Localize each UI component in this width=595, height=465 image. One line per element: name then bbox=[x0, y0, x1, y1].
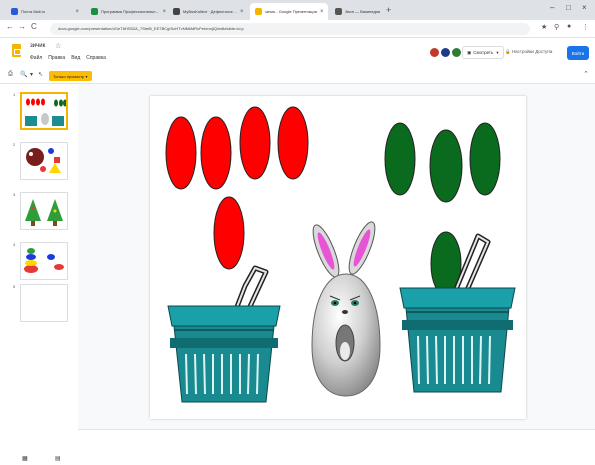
close-tab-icon[interactable]: × bbox=[159, 9, 166, 15]
slides-favicon-icon bbox=[255, 8, 262, 15]
slides-logo-icon[interactable] bbox=[12, 44, 21, 57]
slide-thumbnail-2[interactable] bbox=[20, 142, 68, 180]
red-oval bbox=[277, 106, 309, 180]
slides-header: зичик ☆ Файл Правка Вид Справка ▣ Смотре… bbox=[0, 38, 595, 68]
collaborator-avatars bbox=[428, 46, 463, 59]
menu-edit[interactable]: Правка bbox=[48, 55, 65, 61]
tab-label: Звон — Википедия bbox=[345, 9, 381, 14]
address-bar-row: ← → C docs.google.com/presentation/d/1eT… bbox=[0, 20, 595, 38]
close-tab-icon[interactable]: × bbox=[380, 9, 382, 15]
extension-icon[interactable]: ⚲ bbox=[554, 23, 559, 31]
close-window-icon[interactable]: × bbox=[582, 3, 587, 12]
browser-tab-slides[interactable]: зичик - Google Презентации × bbox=[250, 3, 328, 20]
browser-tab-mybus[interactable]: MyBusKollect · Дефектолог… × bbox=[168, 3, 248, 20]
green-oval bbox=[469, 122, 501, 196]
slide-number: 4 bbox=[13, 242, 16, 247]
red-oval bbox=[213, 196, 245, 270]
bunny bbox=[311, 221, 381, 397]
slide-number: 3 bbox=[13, 192, 16, 197]
site-favicon-icon bbox=[173, 8, 180, 15]
back-icon[interactable]: ← bbox=[6, 22, 14, 31]
watch-label: Смотреть bbox=[473, 50, 494, 55]
left-basket bbox=[167, 265, 281, 403]
bookmark-star-icon[interactable]: ★ bbox=[541, 23, 547, 31]
chevron-down-icon[interactable]: ▾ bbox=[30, 71, 33, 78]
tab-label: Программа Профессиональн… bbox=[101, 9, 160, 14]
minimize-icon[interactable]: – bbox=[550, 3, 554, 12]
cursor-icon[interactable]: ↖ bbox=[38, 71, 43, 78]
wiki-favicon-icon bbox=[335, 8, 342, 15]
slide-thumbnail-5[interactable] bbox=[20, 284, 68, 322]
menu-view[interactable]: Вид bbox=[71, 55, 80, 61]
login-button[interactable]: Войти bbox=[567, 46, 589, 60]
slide-number: 5 bbox=[13, 284, 16, 289]
slides-toolbar: ⎙ 🔍 ▾ ↖ Только просмотр ▾ ⌃ bbox=[0, 68, 595, 84]
star-icon[interactable]: ☆ bbox=[55, 42, 61, 50]
red-oval bbox=[165, 116, 197, 190]
forward-icon[interactable]: → bbox=[18, 22, 26, 31]
slide-thumbnail-1[interactable] bbox=[20, 92, 68, 130]
maximize-icon[interactable]: □ bbox=[566, 3, 571, 12]
new-tab-button[interactable]: + bbox=[386, 5, 391, 15]
tab-label: Почта Mail.ru bbox=[21, 9, 46, 14]
print-icon[interactable]: ⎙ bbox=[8, 71, 13, 78]
green-oval bbox=[429, 129, 463, 203]
lock-icon: 🔒 bbox=[505, 49, 511, 54]
slide-thumbnail-3[interactable] bbox=[20, 192, 68, 230]
access-settings-button[interactable]: 🔒 Настройки Доступа bbox=[505, 49, 552, 55]
slideshow-icon: ▣ bbox=[467, 49, 472, 55]
current-slide[interactable] bbox=[150, 96, 526, 419]
red-oval bbox=[200, 116, 232, 190]
chevron-down-icon: ▾ bbox=[496, 49, 499, 55]
slide-artwork bbox=[165, 106, 516, 403]
browser-tab-mail[interactable]: Почта Mail.ru × bbox=[6, 3, 84, 20]
browser-menu-icon[interactable]: ⋮ bbox=[582, 23, 589, 31]
mail-favicon-icon bbox=[11, 8, 18, 15]
slide-number: 1 bbox=[13, 92, 16, 97]
url-field[interactable]: docs.google.com/presentation/d/1eT6HS5ZA… bbox=[50, 23, 530, 35]
red-oval bbox=[239, 106, 271, 180]
profile-icon[interactable]: ● bbox=[567, 23, 571, 30]
document-title[interactable]: зичик bbox=[30, 43, 45, 49]
slide-thumbnail-4[interactable] bbox=[20, 242, 68, 280]
slide-editor-canvas bbox=[78, 84, 595, 429]
close-tab-icon[interactable]: × bbox=[317, 9, 324, 15]
slide-filmstrip: 1 2 3 4 5 bbox=[0, 84, 78, 465]
browser-tab-program[interactable]: Программа Профессиональн… × bbox=[86, 3, 166, 20]
green-oval bbox=[384, 122, 416, 196]
collapse-header-icon[interactable]: ⌃ bbox=[583, 70, 589, 78]
menu-help[interactable]: Справка bbox=[86, 55, 106, 61]
menu-file[interactable]: Файл bbox=[30, 55, 42, 61]
access-label: Настройки Доступа bbox=[511, 49, 553, 54]
close-tab-icon[interactable]: × bbox=[237, 9, 244, 15]
slide-number: 2 bbox=[13, 142, 16, 147]
tab-label: MyBusKollect · Дефектолог… bbox=[183, 9, 238, 14]
browser-tab-wiki[interactable]: Звон — Википедия × bbox=[330, 3, 382, 20]
reload-icon[interactable]: C bbox=[31, 22, 37, 31]
menu-bar: Файл Правка Вид Справка bbox=[30, 55, 106, 61]
doc-favicon-icon bbox=[91, 8, 98, 15]
grid-view-icon[interactable]: ▦ bbox=[22, 455, 28, 462]
view-mode-button[interactable]: Только просмотр ▾ bbox=[49, 71, 92, 81]
browser-tab-strip: Почта Mail.ru × Программа Профессиональн… bbox=[0, 0, 595, 20]
filmstrip-view-icon[interactable]: ▤ bbox=[55, 455, 61, 462]
tab-label: зичик - Google Презентации bbox=[265, 9, 317, 14]
watch-button[interactable]: ▣ Смотреть ▾ bbox=[462, 46, 504, 59]
close-tab-icon[interactable]: × bbox=[72, 9, 79, 15]
speaker-notes-area[interactable] bbox=[78, 429, 595, 465]
zoom-icon[interactable]: 🔍 bbox=[20, 71, 27, 78]
